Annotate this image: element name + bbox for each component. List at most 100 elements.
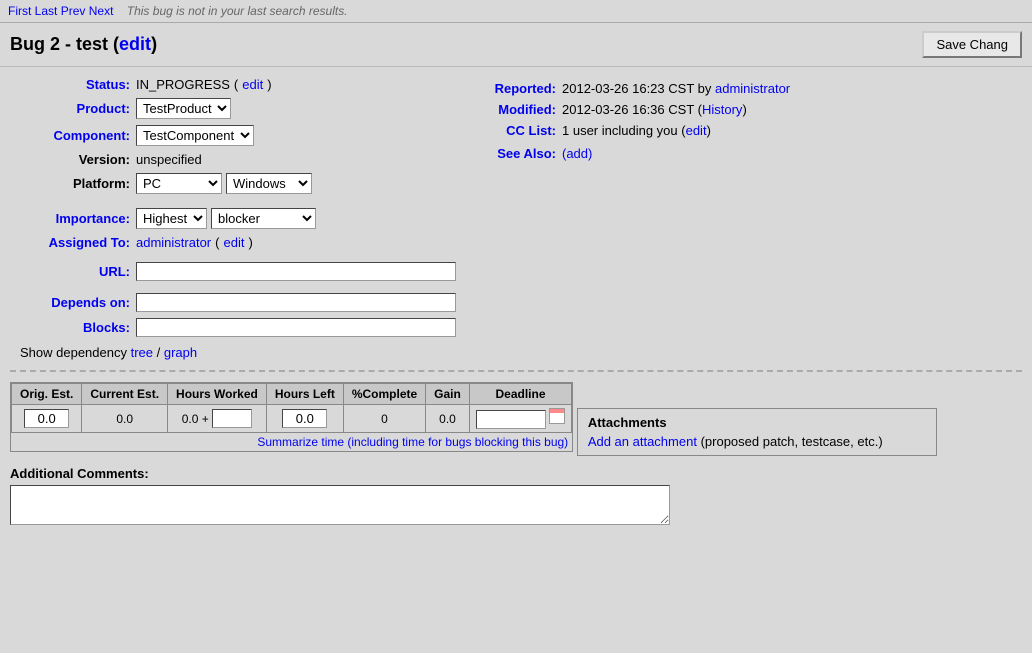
nav-next[interactable]: Next: [89, 4, 114, 18]
dep-slash: /: [157, 345, 164, 360]
version-row: Version: unspecified: [10, 152, 456, 167]
url-input[interactable]: [136, 262, 456, 281]
version-value: unspecified: [136, 152, 202, 167]
component-row: Component: TestComponent: [10, 125, 456, 146]
nav-first[interactable]: First: [8, 4, 31, 18]
importance-link[interactable]: Importance:: [56, 211, 130, 226]
nav-prev[interactable]: Prev: [61, 4, 86, 18]
platform-label: Platform:: [10, 176, 130, 191]
importance-label: Importance:: [10, 211, 130, 226]
component-link[interactable]: Component:: [53, 128, 130, 143]
comments-section: Additional Comments:: [10, 466, 1022, 525]
assigned-edit-link[interactable]: edit: [223, 235, 244, 250]
os-select[interactable]: Windows All Linux Mac OS X: [226, 173, 312, 194]
nav-note: This bug is not in your last search resu…: [127, 4, 348, 18]
comments-textarea[interactable]: [10, 485, 670, 525]
status-link[interactable]: Status:: [86, 77, 130, 92]
history-link[interactable]: History: [702, 102, 742, 117]
bug-id: Bug 2: [10, 34, 60, 54]
reported-row: Reported: 2012-03-26 16:23 CST by admini…: [476, 81, 1022, 96]
time-table-data-row: 0.0 0.0 + 0 0.0: [12, 405, 572, 433]
summarize-link[interactable]: Summarize time (including time for bugs …: [11, 433, 572, 451]
depends-label: Depends on:: [10, 295, 130, 310]
hours-worked-prefix: 0.0 +: [182, 412, 209, 426]
attachments-box: Attachments Add an attachment (proposed …: [577, 408, 937, 456]
reporter-link[interactable]: administrator: [715, 81, 790, 96]
assigned-user-link[interactable]: administrator: [136, 235, 211, 250]
depends-input[interactable]: [136, 293, 456, 312]
time-table-header-row: Orig. Est. Current Est. Hours Worked Hou…: [12, 384, 572, 405]
dep-graph-link[interactable]: graph: [164, 345, 197, 360]
time-table-container: Orig. Est. Current Est. Hours Worked Hou…: [10, 382, 573, 452]
assigned-value: administrator (edit): [136, 235, 253, 250]
url-link[interactable]: URL:: [99, 264, 130, 279]
orig-est-cell: [12, 405, 82, 433]
blocks-input[interactable]: [136, 318, 456, 337]
nav-last[interactable]: Last: [35, 4, 58, 18]
orig-est-input[interactable]: [24, 409, 69, 428]
add-attachment-note: (proposed patch, testcase, etc.): [701, 434, 883, 449]
platform-row: Platform: PC All Macintosh Windows All L…: [10, 173, 456, 194]
title-separator: -: [65, 34, 76, 54]
hours-left-input[interactable]: [282, 409, 327, 428]
hours-worked-input[interactable]: [212, 409, 252, 428]
content: Status: IN_PROGRESS (edit) Product: Test…: [0, 67, 1032, 535]
status-row: Status: IN_PROGRESS (edit): [10, 77, 456, 92]
depends-row: Depends on:: [10, 293, 456, 312]
percent-header: %Complete: [343, 384, 425, 405]
edit-title-link[interactable]: edit: [119, 34, 151, 54]
deadline-cell: [469, 405, 571, 433]
hours-worked-header: Hours Worked: [168, 384, 267, 405]
importance-value: Highest High Normal Low Lowest blocker c…: [136, 208, 316, 229]
add-attachment-link[interactable]: Add an attachment: [588, 434, 697, 449]
reported-value: 2012-03-26 16:23 CST by administrator: [562, 81, 790, 96]
deadline-input[interactable]: [476, 410, 546, 429]
severity-select[interactable]: blocker critical major normal minor triv…: [211, 208, 316, 229]
seealso-value: (add): [562, 146, 592, 161]
save-changes-button[interactable]: Save Chang: [922, 31, 1022, 58]
dep-tree-link[interactable]: tree: [131, 345, 153, 360]
version-text: unspecified: [136, 152, 202, 167]
comments-label: Additional Comments:: [10, 466, 149, 481]
status-value: IN_PROGRESS (edit): [136, 77, 272, 92]
reported-date: 2012-03-26 16:23 CST by: [562, 81, 711, 96]
url-value: [136, 262, 456, 281]
version-label: Version:: [10, 152, 130, 167]
product-link[interactable]: Product:: [77, 101, 130, 116]
cclist-value: 1 user including you (edit): [562, 123, 711, 138]
assigned-link[interactable]: Assigned To:: [49, 235, 130, 250]
left-fields: Status: IN_PROGRESS (edit) Product: Test…: [10, 77, 456, 360]
platform-value: PC All Macintosh Windows All Linux Mac O…: [136, 173, 312, 194]
blocks-row: Blocks:: [10, 318, 456, 337]
status-edit-link[interactable]: edit: [242, 77, 263, 92]
page-title: Bug 2 - test (edit): [10, 34, 157, 55]
dashed-separator: [10, 370, 1022, 372]
seealso-row: See Also: (add): [476, 146, 1022, 161]
hours-worked-cell: 0.0 +: [168, 405, 267, 433]
blocks-value: [136, 318, 456, 337]
modified-label: Modified:: [476, 102, 556, 117]
product-label: Product:: [10, 101, 130, 116]
calendar-icon[interactable]: [549, 408, 565, 424]
product-value: TestProduct: [136, 98, 231, 119]
gain-header: Gain: [426, 384, 470, 405]
bug-title: test: [76, 34, 108, 54]
hours-left-header: Hours Left: [266, 384, 343, 405]
depends-link[interactable]: Depends on:: [51, 295, 130, 310]
seealso-label[interactable]: See Also:: [476, 146, 556, 161]
product-select[interactable]: TestProduct: [136, 98, 231, 119]
current-est-header: Current Est.: [82, 384, 168, 405]
priority-select[interactable]: Highest High Normal Low Lowest: [136, 208, 207, 229]
status-text: IN_PROGRESS: [136, 77, 230, 92]
reported-label: Reported:: [476, 81, 556, 96]
assigned-label: Assigned To:: [10, 235, 130, 250]
blocks-label: Blocks:: [10, 320, 130, 335]
component-select[interactable]: TestComponent: [136, 125, 254, 146]
cclist-edit-link[interactable]: edit: [686, 123, 707, 138]
blocks-link[interactable]: Blocks:: [83, 320, 130, 335]
current-est-cell: 0.0: [82, 405, 168, 433]
percent-cell: 0: [343, 405, 425, 433]
dep-show-text: Show dependency: [20, 345, 127, 360]
seealso-add-link[interactable]: (add): [562, 146, 592, 161]
platform-select[interactable]: PC All Macintosh: [136, 173, 222, 194]
